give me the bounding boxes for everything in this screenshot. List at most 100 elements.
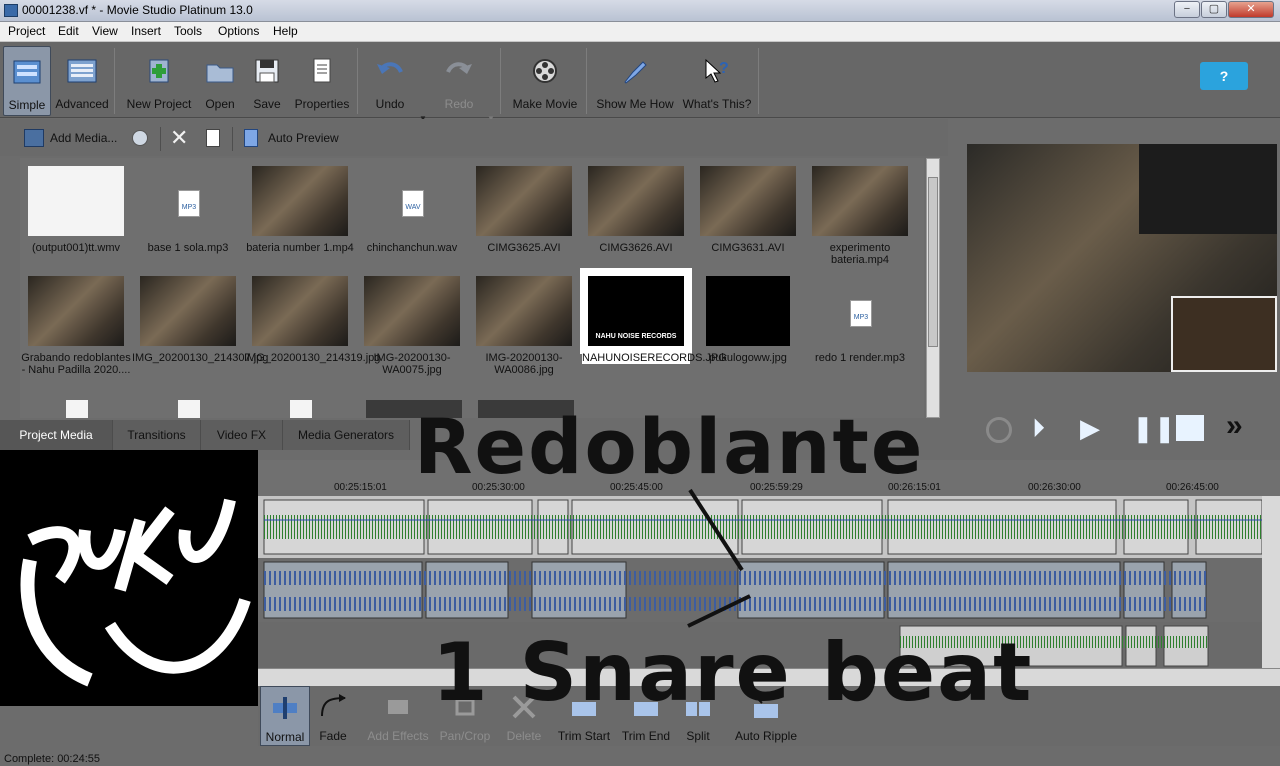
media-thumbnail xyxy=(812,166,908,236)
media-item[interactable]: IMG-20200130-WA0086.jpg xyxy=(468,270,580,380)
help-bubble-button[interactable]: ? xyxy=(1200,62,1248,90)
properties-button[interactable]: Properties xyxy=(292,46,352,116)
media-item[interactable]: IMG_20200130_214307.jpg xyxy=(132,270,269,380)
scrollbar-thumb[interactable] xyxy=(928,177,938,347)
media-item-name: IMG_20200130_214307.jpg xyxy=(132,352,269,364)
ruler-time: 00:25:15:01 xyxy=(334,482,387,493)
add-media-icon xyxy=(24,129,44,147)
media-item-name: (output001)tt.wmv xyxy=(31,242,121,254)
toolbar-separator xyxy=(586,48,587,114)
advanced-mode-button[interactable]: Advanced xyxy=(53,46,111,116)
media-item-partial[interactable] xyxy=(178,400,200,418)
media-item[interactable]: NAHU NOISE RECORDS NAHUNOISERECORDS.JPG xyxy=(580,268,727,380)
puku-logo-overlay xyxy=(0,450,258,706)
help-cursor-icon: ? xyxy=(705,58,729,83)
overlay-title-text: Redoblante xyxy=(414,402,925,491)
status-bar: Complete: 00:24:55 xyxy=(0,746,1280,766)
menu-help[interactable]: Help xyxy=(273,24,298,38)
loop-icon[interactable] xyxy=(986,417,1012,443)
media-properties-icon[interactable] xyxy=(206,129,220,147)
tab-transitions[interactable]: Transitions xyxy=(113,420,201,450)
menu-edit[interactable]: Edit xyxy=(58,24,79,38)
show-me-how-button[interactable]: Show Me How xyxy=(592,46,678,116)
media-item[interactable]: IMG_20200130_214319.jpg xyxy=(244,270,381,380)
window-title: 00001238.vf * - Movie Studio Platinum 13… xyxy=(22,3,253,17)
close-button[interactable]: ✕ xyxy=(1228,1,1274,18)
menu-project[interactable]: Project xyxy=(8,24,45,38)
timeline-vertical-scrollbar[interactable] xyxy=(1262,496,1280,668)
media-item-partial[interactable] xyxy=(290,400,312,418)
simple-mode-button[interactable]: Simple xyxy=(3,46,51,116)
remove-media-icon[interactable]: ✕ xyxy=(170,125,188,151)
svg-text:?: ? xyxy=(719,60,729,77)
tab-video-fx[interactable]: Video FX xyxy=(201,420,283,450)
media-item-name: NAHUNOISERECORDS.JPG xyxy=(582,352,727,364)
play-from-start-icon[interactable]: ⏵ xyxy=(1032,413,1045,445)
tab-project-media[interactable]: Project Media xyxy=(0,420,113,450)
play-icon[interactable]: ▶ xyxy=(1080,413,1100,444)
menu-tools[interactable]: Tools xyxy=(174,24,202,38)
fade-button[interactable]: Fade xyxy=(312,686,354,746)
media-item-name: CIMG3631.AVI xyxy=(711,242,785,254)
menu-options[interactable]: Options xyxy=(218,24,259,38)
toolbar-separator xyxy=(232,127,233,151)
fast-forward-icon[interactable]: » xyxy=(1226,409,1243,443)
whats-this-button[interactable]: ? What's This? xyxy=(680,46,754,116)
media-scrollbar[interactable] xyxy=(926,158,940,418)
media-item[interactable]: bateria number 1.mp4 xyxy=(244,160,356,270)
media-item[interactable]: pukulogoww.jpg xyxy=(692,270,804,380)
media-toolbar: Add Media... ✕ Auto Preview xyxy=(0,119,948,156)
menu-view[interactable]: View xyxy=(92,24,118,38)
globe-icon[interactable] xyxy=(132,130,148,146)
maximize-button[interactable]: ▢ xyxy=(1201,1,1227,18)
project-media-grid: (output001)tt.wmv MP3 base 1 sola.mp3 bater… xyxy=(20,158,924,418)
media-thumbnail xyxy=(28,166,124,236)
media-item[interactable]: CIMG3631.AVI xyxy=(692,160,804,270)
auto-preview-button[interactable]: Auto Preview xyxy=(268,131,339,145)
redo-icon xyxy=(446,62,472,74)
media-item[interactable]: (output001)tt.wmv xyxy=(20,160,132,270)
advanced-mode-icon xyxy=(67,59,97,83)
media-thumbnail xyxy=(700,166,796,236)
window-docking-tabs: Project Media Transitions Video FX Media… xyxy=(0,420,410,450)
media-thumbnail xyxy=(252,166,348,236)
properties-icon xyxy=(313,58,331,83)
media-item[interactable]: CIMG3626.AVI xyxy=(580,160,692,270)
media-item[interactable]: experimento bateria.mp4 xyxy=(804,160,916,270)
video-preview-panel: ⏵ ▶ ❚❚ » xyxy=(952,119,1280,449)
add-media-button[interactable]: Add Media... xyxy=(50,131,117,145)
media-item[interactable]: MP3 base 1 sola.mp3 xyxy=(132,160,244,270)
save-button[interactable]: Save xyxy=(246,46,288,116)
media-item[interactable]: IMG-20200130-WA0075.jpg xyxy=(356,270,468,380)
add-effects-button[interactable]: Add Effects xyxy=(366,686,430,746)
media-thumbnail xyxy=(364,276,460,346)
redo-button[interactable]: Redo xyxy=(434,46,484,116)
ruler-time: 00:26:30:00 xyxy=(1028,482,1081,493)
pause-icon[interactable]: ❚❚ xyxy=(1132,413,1176,444)
preview-inset-clip xyxy=(1171,296,1277,372)
media-item[interactable]: Grabando redoblantes - Nahu Padilla 2020… xyxy=(20,270,132,380)
minimize-button[interactable]: − xyxy=(1174,1,1200,18)
normal-mode-button[interactable]: Normal xyxy=(260,686,310,746)
tab-media-generators[interactable]: Media Generators xyxy=(283,420,410,450)
media-thumbnail xyxy=(140,276,236,346)
overlay-subtitle-text: 1 Snare beat xyxy=(432,626,1034,719)
effects-icon xyxy=(388,700,408,714)
title-bar: 00001238.vf * - Movie Studio Platinum 13… xyxy=(0,0,1280,22)
undo-button[interactable]: Undo xyxy=(364,46,416,116)
make-movie-button[interactable]: Make Movie xyxy=(508,46,582,116)
menu-insert[interactable]: Insert xyxy=(131,24,161,38)
media-thumbnail xyxy=(476,166,572,236)
media-item-name: chinchanchun.wav xyxy=(366,242,458,254)
media-item[interactable]: WAV chinchanchun.wav xyxy=(356,160,468,270)
new-project-button[interactable]: New Project xyxy=(122,46,196,116)
open-button[interactable]: Open xyxy=(198,46,242,116)
media-item-name: base 1 sola.mp3 xyxy=(147,242,229,254)
media-item-partial[interactable] xyxy=(66,400,88,418)
media-item-name: IMG_20200130_214319.jpg xyxy=(244,352,381,364)
toolbar-separator xyxy=(357,48,358,114)
green-audio-track[interactable] xyxy=(263,499,1262,555)
stop-icon[interactable] xyxy=(1176,415,1204,441)
media-item[interactable]: MP3 redo 1 render.mp3 xyxy=(804,270,916,380)
media-item[interactable]: CIMG3625.AVI xyxy=(468,160,580,270)
